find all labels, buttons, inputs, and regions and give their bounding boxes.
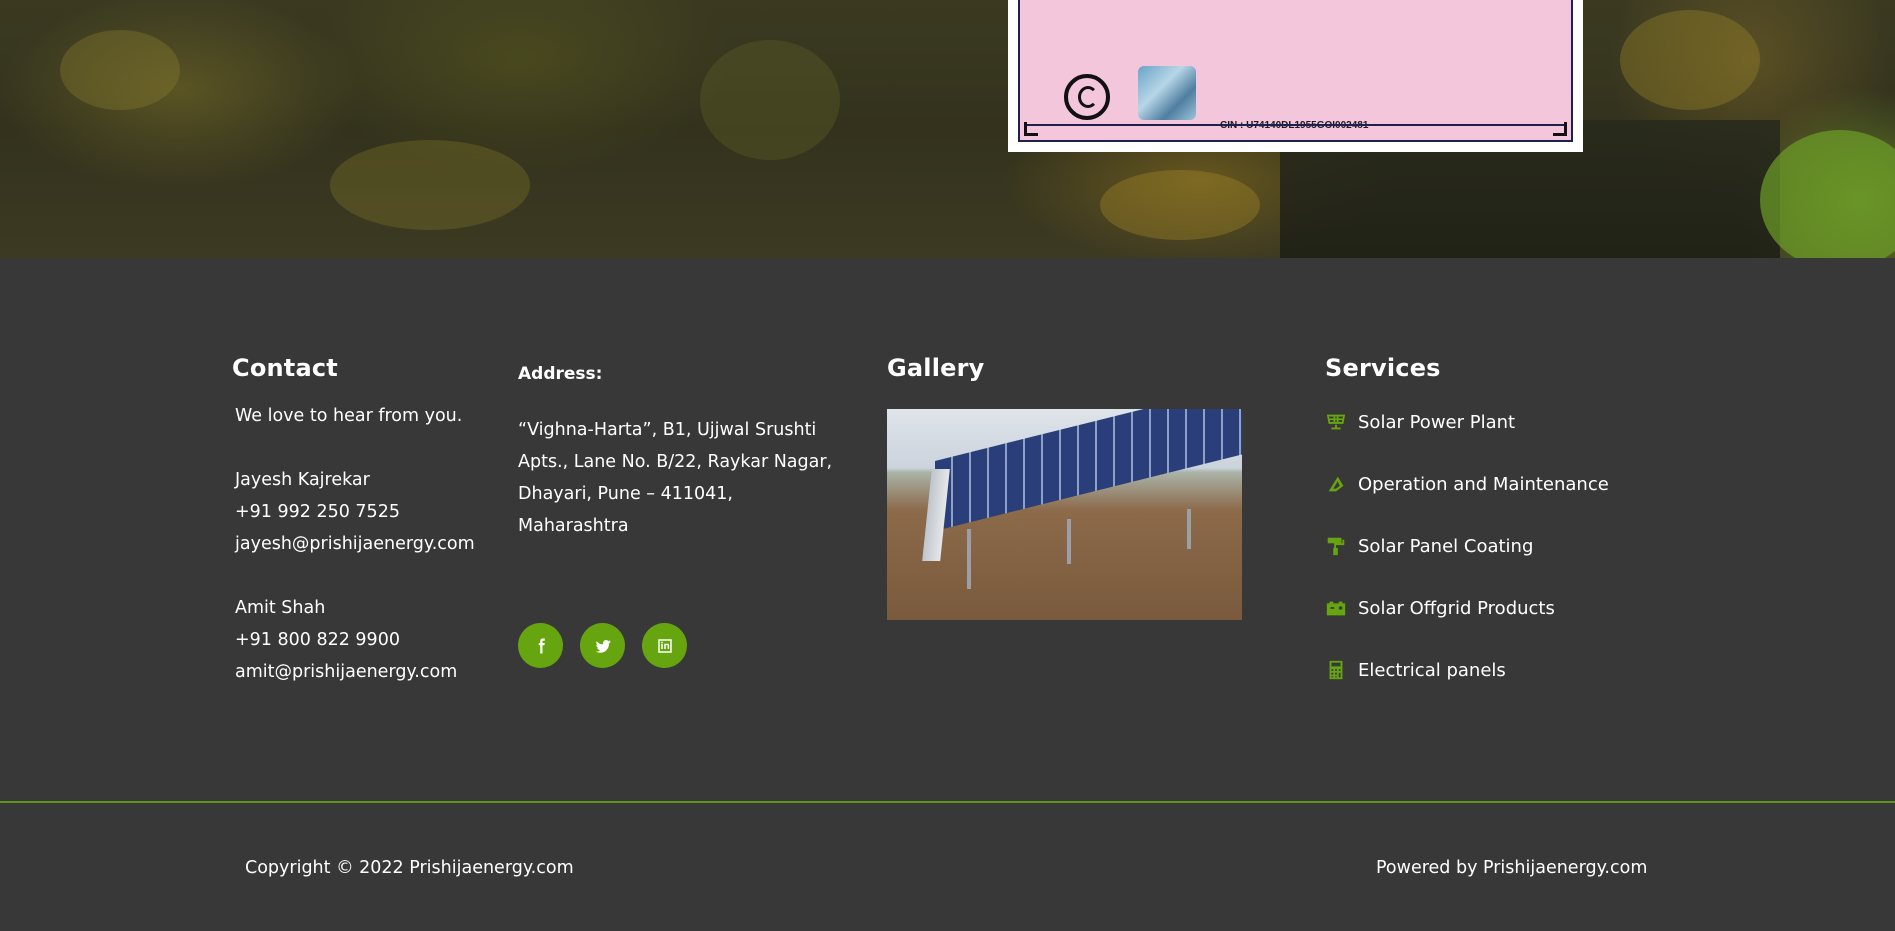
calculator-icon [1325,659,1347,681]
gallery-solar-photo[interactable] [887,409,1242,620]
paint-roller-icon [1325,535,1347,557]
address-line: Apts., Lane No. B/22, Raykar Nagar, [518,452,833,472]
address-line: Maharashtra [518,516,629,536]
footer-divider [0,801,1895,803]
contact-phone-link[interactable]: +91 992 250 7525 [235,496,492,528]
service-solar-power-plant[interactable]: Solar Power Plant [1325,411,1515,433]
foliage-patch [1100,170,1260,240]
corner-ornament [1024,122,1038,136]
contact-heading: Contact [232,354,338,382]
panel-post [1067,519,1071,564]
gallery-heading: Gallery [887,354,985,382]
facebook-icon [538,638,545,653]
foliage-patch [330,140,530,230]
service-label: Operation and Maintenance [1358,473,1609,495]
contact-email-link[interactable]: amit@prishijaenergy.com [235,656,492,688]
foliage-patch [700,40,840,160]
hero-background: CIN : U74140DL1955GOI002481 [0,0,1895,258]
linkedin-button[interactable] [642,623,687,668]
hologram-sticker [1138,66,1196,120]
services-heading: Services [1325,354,1441,382]
contact-column: Contact We love to hear from you. Jayesh… [232,354,492,688]
service-label: Solar Power Plant [1358,411,1516,433]
grass-bank [1760,130,1895,258]
address-line: Dhayari, Pune – 411041, [518,484,733,504]
contact-details: We love to hear from you. Jayesh Kajreka… [232,400,492,688]
linkedin-icon [657,638,672,653]
solar-tilt-icon [1325,473,1347,495]
service-label: Electrical panels [1358,659,1506,681]
address-heading: Address: [518,364,603,384]
twitter-icon [595,639,610,653]
copyright-text: Copyright © 2022 Prishijaenergy.com [245,858,574,878]
certificate-sheet: CIN : U74140DL1955GOI002481 [1018,0,1573,142]
twitter-button[interactable] [580,623,625,668]
facebook-button[interactable] [518,623,563,668]
certificate-border-line [1026,124,1565,126]
foliage-patch [60,30,180,110]
contact-name: Amit Shah [235,598,326,618]
powered-by-link[interactable]: Powered by Prishijaenergy.com [1376,858,1647,878]
corner-ornament [1553,122,1567,136]
social-links [518,623,687,668]
solar-panel-icon [1325,411,1347,433]
services-column: Services [1325,354,1655,382]
service-label: Solar Panel Coating [1358,535,1534,557]
service-label: Solar Offgrid Products [1358,597,1555,619]
panel-post [967,529,971,589]
address-line: “Vighna-Harta”, B1, Ujjwal Srushti [518,420,817,440]
service-operation-maintenance[interactable]: Operation and Maintenance [1325,473,1609,495]
foliage-patch [1620,10,1760,110]
panel-post [1187,509,1191,549]
car-battery-icon [1325,597,1347,619]
address-text: “Vighna-Harta”, B1, Ujjwal Srushti Apts.… [518,414,848,542]
service-solar-panel-coating[interactable]: Solar Panel Coating [1325,535,1533,557]
gallery-column: Gallery [887,354,1247,382]
address-column: Address: “Vighna-Harta”, B1, Ujjwal Srus… [518,364,858,542]
service-electrical-panels[interactable]: Electrical panels [1325,659,1506,681]
site-footer: Contact We love to hear from you. Jayesh… [0,258,1895,931]
solar-panel-array [935,409,1242,531]
contact-email-link[interactable]: jayesh@prishijaenergy.com [235,528,492,560]
contact-name: Jayesh Kajrekar [235,470,370,490]
certificate-image: CIN : U74140DL1955GOI002481 [1008,0,1583,152]
service-solar-offgrid-products[interactable]: Solar Offgrid Products [1325,597,1555,619]
contact-phone-link[interactable]: +91 800 822 9900 [235,624,492,656]
contact-tagline: We love to hear from you. [235,406,463,426]
certification-seal-icon [1064,74,1110,120]
